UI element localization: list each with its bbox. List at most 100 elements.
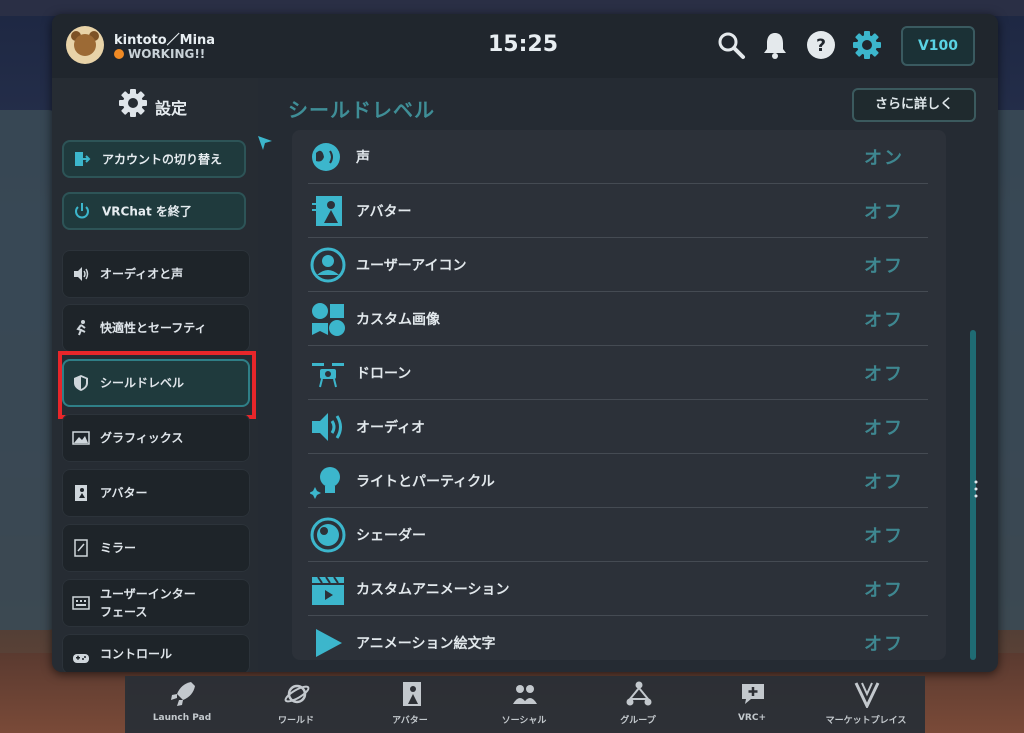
dock-label: アバター xyxy=(392,716,428,726)
bottom-dock: Launch Pad ワールド アバター ソーシャル グループ VRC+ マーケ… xyxy=(125,676,925,733)
vrc-plus-icon xyxy=(742,684,764,704)
bell-icon[interactable] xyxy=(760,30,790,60)
list-item-voice[interactable]: 声 オン xyxy=(308,130,928,184)
quit-label: VRChat を終了 xyxy=(102,204,192,219)
dock-label: VRC+ xyxy=(737,713,767,723)
page-title: シールドレベル xyxy=(288,98,435,122)
dock-label: Launch Pad xyxy=(152,713,212,723)
account-switch-button[interactable]: アカウントの切り替え xyxy=(62,140,246,178)
list-item-custom-image[interactable]: カスタム画像 オフ xyxy=(308,292,928,346)
clapperboard-icon xyxy=(312,576,344,605)
planet-icon xyxy=(284,684,310,704)
quit-button[interactable]: VRChat を終了 xyxy=(62,192,246,230)
dock-item-social[interactable]: ソーシャル xyxy=(467,676,581,733)
list-item-value[interactable]: オフ xyxy=(864,252,904,278)
sidebar-item-shield-level[interactable]: シールドレベル xyxy=(58,351,256,419)
dock-item-groups[interactable]: グループ xyxy=(581,676,695,733)
status-label: WORKING!! xyxy=(128,47,206,61)
gear-icon[interactable] xyxy=(852,30,882,60)
list-item-avatar[interactable]: アバター オフ xyxy=(308,184,928,238)
settings-title: 設定 xyxy=(155,99,188,118)
sidebar-item-label: 快適性とセーフティ xyxy=(100,321,207,335)
account-switch-label: アカウントの切り替え xyxy=(102,152,223,167)
running-person-icon xyxy=(76,320,86,336)
sidebar-item-graphics[interactable]: グラフィックス xyxy=(62,414,250,462)
list-item-shader[interactable]: シェーダー オフ xyxy=(308,508,928,562)
avatar-icon xyxy=(312,196,342,226)
list-item-custom-animation[interactable]: カスタムアニメーション オフ xyxy=(308,562,928,616)
search-icon[interactable] xyxy=(716,30,746,60)
list-item-value[interactable]: オフ xyxy=(864,306,904,332)
dock-item-vrc-plus[interactable]: VRC+ xyxy=(695,676,809,733)
speaker-icon xyxy=(312,413,342,441)
list-item-label: アバター xyxy=(356,203,412,220)
sidebar-item-mirror[interactable]: ミラー xyxy=(62,524,250,572)
sidebar-item-label: アバター xyxy=(100,486,148,500)
sidebar-item-controls[interactable]: コントロール xyxy=(62,634,250,672)
landscape-image-icon xyxy=(72,431,90,445)
dock-item-marketplace[interactable]: マーケットプレイス xyxy=(809,676,923,733)
svg-text:?: ? xyxy=(816,36,826,56)
sidebar-item-user-interface[interactable]: ユーザーインター フェース xyxy=(62,579,250,627)
custom-image-icon xyxy=(312,303,345,336)
list-item-lights-particles[interactable]: ライトとパーティクル オフ xyxy=(308,454,928,508)
drag-handle-icon[interactable] xyxy=(974,480,978,498)
list-item-label: カスタム画像 xyxy=(356,311,440,328)
speaker-icon xyxy=(74,267,89,281)
account-switch-icon xyxy=(75,152,91,166)
header-bar: kintoto／Mina WORKING!! 15:25 ? V100 xyxy=(52,14,998,78)
list-item-label: ドローン xyxy=(356,365,412,382)
rocket-icon xyxy=(171,682,195,706)
list-item-animated-emoji[interactable]: アニメーション絵文字 オフ xyxy=(308,616,928,660)
sidebar-item-label: コントロール xyxy=(100,647,173,661)
people-icon xyxy=(513,685,537,704)
list-item-user-icon[interactable]: ユーザーアイコン オフ xyxy=(308,238,928,292)
credits-button[interactable]: V100 xyxy=(901,26,975,66)
list-item-value[interactable]: オン xyxy=(864,144,904,170)
marketplace-icon xyxy=(854,682,880,708)
more-details-button[interactable]: さらに詳しく xyxy=(852,88,976,122)
voice-icon xyxy=(312,143,340,171)
play-icon xyxy=(316,629,342,657)
status-text: WORKING!! xyxy=(114,47,205,61)
settings-panel: kintoto／Mina WORKING!! 15:25 ? V100 設定 ア… xyxy=(52,14,998,672)
help-icon[interactable]: ? xyxy=(806,30,836,60)
sidebar-item-label: ミラー xyxy=(100,541,137,555)
list-item-drone[interactable]: ドローン オフ xyxy=(308,346,928,400)
cursor-pointer-icon xyxy=(258,136,272,150)
gamepad-icon xyxy=(73,654,89,663)
dock-item-avatars[interactable]: アバター xyxy=(353,676,467,733)
list-item-label: オーディオ xyxy=(356,419,426,436)
list-item-audio[interactable]: オーディオ オフ xyxy=(308,400,928,454)
dock-item-launch-pad[interactable]: Launch Pad xyxy=(125,676,239,733)
sidebar-item-comfort-safety[interactable]: 快適性とセーフティ xyxy=(62,304,250,352)
clock: 15:25 xyxy=(488,32,559,57)
list-item-value[interactable]: オフ xyxy=(864,468,904,494)
list-item-value[interactable]: オフ xyxy=(864,360,904,386)
sidebar-item-label: グラフィックス xyxy=(100,431,184,445)
settings-gear-icon xyxy=(119,89,147,117)
list-item-value[interactable]: オフ xyxy=(864,522,904,548)
list-item-label: 声 xyxy=(356,149,370,166)
group-icon xyxy=(626,681,652,706)
list-item-value[interactable]: オフ xyxy=(864,630,904,656)
list-item-label: ユーザーアイコン xyxy=(356,257,467,274)
avatar[interactable] xyxy=(66,26,104,64)
list-item-value[interactable]: オフ xyxy=(864,198,904,224)
list-item-value[interactable]: オフ xyxy=(864,576,904,602)
dock-label: ソーシャル xyxy=(501,716,547,726)
sidebar: 設定 アカウントの切り替え VRChat を終了 オーディオと声 快適性とセーフ… xyxy=(52,78,258,672)
username: kintoto／Mina xyxy=(114,33,216,48)
list-item-value[interactable]: オフ xyxy=(864,414,904,440)
world-background-left xyxy=(0,110,60,630)
dock-label: グループ xyxy=(620,716,656,726)
list-item-label: アニメーション絵文字 xyxy=(356,635,496,652)
dock-label: マーケットプレイス xyxy=(825,716,907,726)
mirror-icon xyxy=(74,539,88,557)
sidebar-item-audio[interactable]: オーディオと声 xyxy=(62,250,250,298)
sidebar-item-avatar[interactable]: アバター xyxy=(62,469,250,517)
list-item-label: シェーダー xyxy=(356,527,426,544)
avatar-icon xyxy=(403,682,421,706)
sidebar-item-label: ユーザーインター フェース xyxy=(100,587,196,619)
dock-item-worlds[interactable]: ワールド xyxy=(239,676,353,733)
